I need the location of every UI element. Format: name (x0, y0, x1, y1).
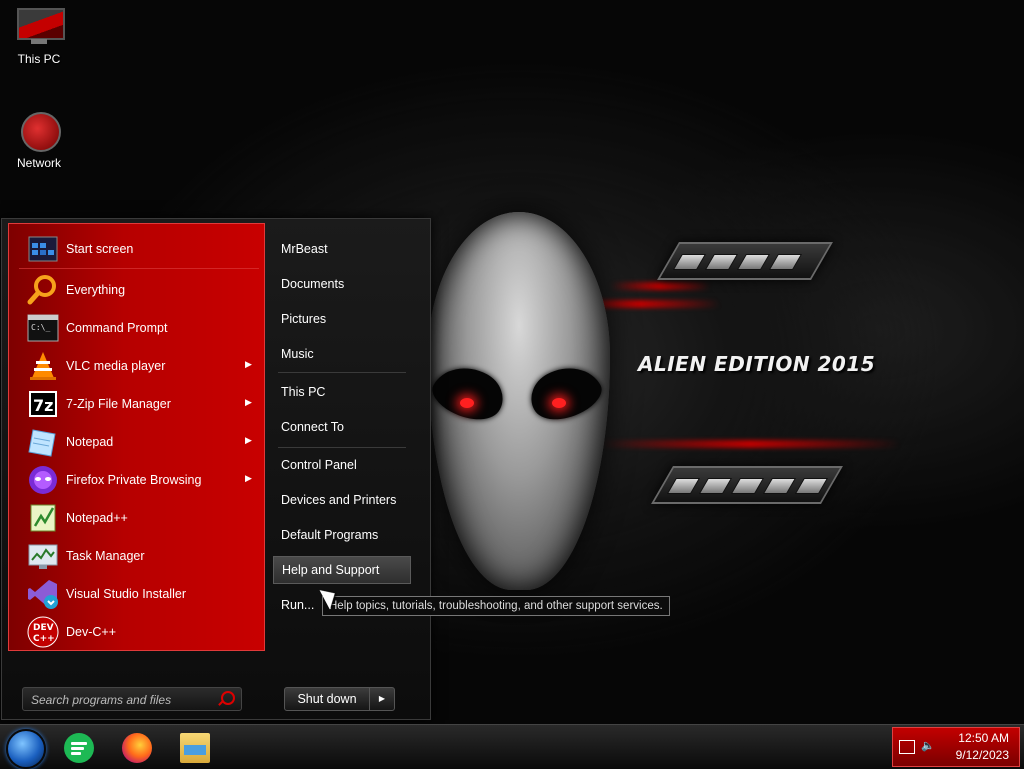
svg-text:7z: 7z (33, 396, 53, 415)
wallpaper-title: ALIEN EDITION 2015 (638, 352, 876, 376)
link-connect-to[interactable]: Connect To (273, 414, 409, 440)
submenu-arrow-icon[interactable]: ▶ (245, 435, 252, 446)
program-label: Firefox Private Browsing (66, 473, 202, 487)
link-label: Help and Support (282, 563, 380, 577)
eye-glow-right (552, 398, 566, 408)
link-label: MrBeast (281, 242, 328, 256)
program-task-manager[interactable]: Task Manager (9, 537, 264, 575)
program-firefox-private[interactable]: Firefox Private Browsing ▶ (9, 461, 264, 499)
link-control-panel[interactable]: Control Panel (273, 452, 409, 478)
program-vlc[interactable]: VLC media player ▶ (9, 347, 264, 385)
link-label: Connect To (281, 420, 345, 434)
shutdown-button[interactable]: Shut down (284, 687, 370, 711)
start-orb-button[interactable] (6, 729, 46, 769)
eye-glow-left (460, 398, 474, 408)
terminal-icon: C:\_ (27, 314, 59, 342)
program-label: VLC media player (66, 359, 166, 373)
search-input[interactable] (29, 690, 213, 709)
wallpaper-emblem-bottom (651, 466, 843, 504)
volume-icon[interactable]: 🔈 (921, 740, 935, 752)
shutdown-options-arrow-icon[interactable]: ▶ (369, 687, 395, 711)
link-label: Pictures (281, 312, 327, 326)
vs-installer-icon (28, 580, 58, 609)
clock-time[interactable]: 12:50 AM (958, 731, 1009, 745)
link-default-programs[interactable]: Default Programs (273, 522, 409, 548)
program-label: Everything (66, 283, 126, 297)
desktop-icon-network[interactable]: Network (4, 112, 74, 170)
link-label: Run... (281, 598, 315, 612)
search-box[interactable] (22, 687, 242, 711)
help-tooltip: Help topics, tutorials, troubleshooting,… (322, 596, 670, 616)
start-screen-icon (28, 236, 58, 262)
notepad-icon (28, 429, 56, 457)
taskbar: 🔈 12:50 AM 9/12/2023 (0, 724, 1024, 769)
system-tray[interactable]: 🔈 12:50 AM 9/12/2023 (892, 727, 1020, 767)
computer-icon (15, 8, 65, 48)
program-start-screen[interactable]: Start screen (9, 230, 264, 268)
chat-app-icon[interactable] (64, 733, 94, 763)
submenu-arrow-icon[interactable]: ▶ (245, 397, 252, 408)
desktop-icon-label: This PC (17, 52, 61, 66)
link-label: Music (281, 347, 314, 361)
separator (278, 372, 406, 373)
svg-text:C++: C++ (33, 634, 55, 644)
link-this-pc[interactable]: This PC (273, 379, 409, 405)
program-notepad[interactable]: Notepad ▶ (9, 423, 264, 461)
wallpaper-emblem-top (657, 242, 833, 280)
link-devices-and-printers[interactable]: Devices and Printers (273, 487, 409, 513)
program-devcpp[interactable]: DEV C++ Dev-C++ (9, 613, 264, 651)
vlc-cone-icon (30, 352, 56, 380)
submenu-arrow-icon[interactable]: ▶ (245, 359, 252, 370)
program-label: Notepad (66, 435, 114, 449)
link-pictures[interactable]: Pictures (273, 306, 409, 332)
link-label: Devices and Printers (281, 493, 397, 507)
program-command-prompt[interactable]: C:\_ Command Prompt (9, 309, 264, 347)
all-programs-button[interactable] (12, 659, 262, 681)
network-icon (15, 112, 63, 152)
task-manager-icon (28, 544, 58, 569)
link-label: This PC (281, 385, 326, 399)
program-label: Notepad++ (66, 511, 128, 525)
program-label: Command Prompt (66, 321, 168, 335)
program-label: Visual Studio Installer (66, 587, 186, 601)
link-help-and-support[interactable]: Help and Support (273, 556, 411, 584)
program-vs-installer[interactable]: Visual Studio Installer (9, 575, 264, 613)
separator (19, 268, 259, 269)
file-explorer-icon[interactable] (180, 733, 210, 763)
network-status-icon[interactable] (899, 740, 915, 754)
desktop-icon-label: Network (16, 156, 61, 170)
separator (278, 447, 406, 448)
program-label: Task Manager (66, 549, 145, 563)
svg-text:DEV: DEV (33, 623, 54, 633)
link-music[interactable]: Music (273, 341, 409, 367)
link-mrbeast[interactable]: MrBeast (273, 236, 409, 262)
notepadpp-icon (30, 504, 56, 532)
start-menu: Start screen Everything C:\_ Command Pro… (1, 218, 431, 720)
svg-text:C:\_: C:\_ (31, 323, 50, 332)
desktop-icon-this-pc[interactable]: This PC (4, 8, 74, 66)
program-label: 7-Zip File Manager (66, 397, 171, 411)
program-7zip[interactable]: 7z 7-Zip File Manager ▶ (9, 385, 264, 423)
clock-date[interactable]: 9/12/2023 (956, 748, 1009, 762)
link-label: Default Programs (281, 528, 379, 542)
link-label: Documents (281, 277, 345, 291)
search-icon[interactable] (221, 691, 235, 705)
program-label: Start screen (66, 242, 134, 256)
devcpp-icon: DEV C++ (27, 616, 59, 648)
firefox-private-icon (29, 466, 57, 494)
program-notepadpp[interactable]: Notepad++ (9, 499, 264, 537)
program-everything[interactable]: Everything (9, 271, 264, 309)
firefox-icon[interactable] (122, 733, 152, 763)
submenu-arrow-icon[interactable]: ▶ (245, 473, 252, 484)
program-label: Dev-C++ (66, 625, 117, 639)
programs-pane: Start screen Everything C:\_ Command Pro… (8, 223, 265, 651)
link-documents[interactable]: Documents (273, 271, 409, 297)
link-label: Control Panel (281, 458, 357, 472)
magnifier-icon (27, 275, 56, 305)
7zip-icon: 7z (29, 391, 57, 417)
